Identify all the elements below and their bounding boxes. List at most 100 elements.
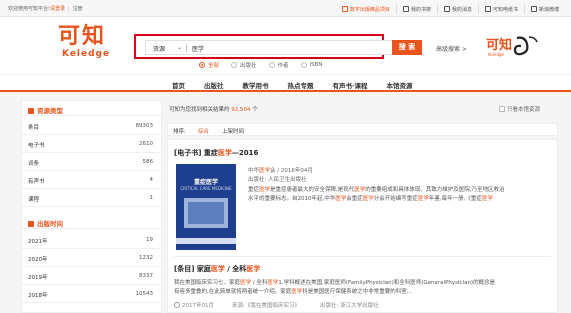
nav-audio-courses[interactable]: 有声书·课程 bbox=[333, 80, 368, 90]
search-box: 资源 ⌄ 医学 bbox=[145, 40, 393, 55]
text-segment: 是重症患者最大的安全保障,是现代 bbox=[270, 187, 355, 193]
keyword-highlight: 医学 bbox=[417, 196, 429, 202]
filter-item[interactable]: 2020年 1232 bbox=[22, 249, 161, 267]
result-publisher: 出版社: 人民卫生出版社 bbox=[248, 177, 307, 183]
radio-label: 出版社 bbox=[240, 63, 257, 69]
filter-item[interactable]: 词条 586 bbox=[22, 153, 161, 171]
search-divider bbox=[186, 44, 187, 52]
filter-label: 有声书 bbox=[28, 179, 45, 185]
nav-home[interactable]: 首页 bbox=[172, 80, 185, 90]
login-link[interactable]: 请登录 bbox=[50, 6, 65, 12]
result-title[interactable]: [电子书] 重症医学—2016 bbox=[174, 148, 258, 158]
keyword-highlight: 医学 bbox=[335, 196, 347, 202]
results-count: 92,504 bbox=[231, 107, 251, 113]
top-nav-label: 新浪微博 bbox=[538, 6, 559, 13]
title-part: 重症 bbox=[203, 149, 218, 157]
radio-dot bbox=[300, 62, 307, 68]
top-nav-ebook[interactable]: 可知电纸书 bbox=[477, 4, 524, 14]
filter-count: 10543 bbox=[135, 291, 154, 297]
top-nav-bookshelf[interactable]: 我的书架 bbox=[395, 4, 437, 14]
result-description-line: 重症医学是重症患者最大的安全保障,是现代医学的重要组成和具体体现。其致力维护及医… bbox=[248, 186, 505, 195]
welcome-text: 欢迎使用可知平台! bbox=[8, 6, 51, 12]
filter-item[interactable]: 2021年 19 bbox=[22, 231, 161, 249]
meta-part: 中华 bbox=[248, 168, 260, 174]
search-type-select[interactable]: 资源 bbox=[153, 44, 165, 53]
radio-isbn[interactable]: ISBN bbox=[300, 61, 323, 69]
keyword-highlight: 医学 bbox=[240, 280, 252, 286]
filter-label: 2019年 bbox=[28, 275, 48, 281]
top-nav-weibo[interactable]: 新浪微博 bbox=[523, 4, 565, 14]
top-welcome: 欢迎使用可知平台!请登录 | 注册 bbox=[8, 5, 83, 12]
filter-count: 19 bbox=[146, 237, 153, 243]
radio-author[interactable]: 作者 bbox=[268, 61, 289, 69]
result-publisher: 出版社: 浙江大学出版社 bbox=[320, 303, 379, 309]
filter-count: 1232 bbox=[139, 255, 153, 261]
filter-label: 2021年 bbox=[28, 239, 48, 245]
filter-item[interactable]: 有声书 4 bbox=[22, 171, 161, 189]
radio-publisher[interactable]: 出版社 bbox=[231, 61, 257, 69]
filter-label: 2018年 bbox=[28, 293, 48, 299]
text-segment: / 全科 bbox=[251, 280, 268, 286]
cover-title: 重症医学 bbox=[193, 179, 218, 186]
cover-graphic-inner bbox=[188, 202, 224, 224]
top-nav-messages[interactable]: 我的消息 bbox=[436, 4, 478, 14]
nav-library-resources[interactable]: 本馆资源 bbox=[386, 80, 412, 90]
results-prefix: 可知为您找到相关结果约 bbox=[169, 107, 230, 113]
meta-part: 会 / 2016年04月 bbox=[270, 168, 313, 174]
date-text: 2017年01月 bbox=[182, 303, 214, 309]
top-nav-project[interactable]: 数字出版精品项目 bbox=[336, 4, 396, 14]
filter-item[interactable]: 2019年 8337 bbox=[22, 267, 161, 285]
filter-label: 2020年 bbox=[28, 257, 48, 263]
title-part: / 全科 bbox=[224, 265, 247, 273]
text-segment: 1.学科概述在美国,家庭医师(FamilyPhysician)和全科医师(Gen… bbox=[278, 280, 496, 286]
sort-option-shelf-date[interactable]: 上架时间 bbox=[222, 127, 244, 135]
filter-item[interactable]: 2018年 10543 bbox=[22, 285, 161, 303]
top-bar: 欢迎使用可知平台!请登录 | 注册 数字出版精品项目 我的书架 我的消息 可知电纸书… bbox=[0, 0, 571, 17]
text-segment: 重症 bbox=[248, 187, 260, 193]
result-description-line: 水平的重要标志。自2010年起,中华医学会重症医学分会开始编写重症医学年鉴,每年… bbox=[248, 195, 493, 204]
keyword-highlight: 医学 bbox=[481, 196, 493, 202]
logo-cn: 可知 bbox=[58, 23, 107, 49]
result-title[interactable]: [条目] 家庭医学 / 全科医学 bbox=[174, 264, 260, 274]
advanced-search-link[interactable]: 高级搜索 > bbox=[436, 44, 467, 53]
chevron-down-icon[interactable]: ⌄ bbox=[177, 44, 182, 51]
site-logo[interactable]: 可知 Keledge bbox=[58, 24, 110, 59]
search-button[interactable]: 搜 索 bbox=[392, 40, 422, 55]
sort-option-comprehensive[interactable]: 综合 bbox=[198, 127, 209, 135]
results-summary: 可知为您找到相关结果约 92,504 个 bbox=[169, 105, 258, 113]
text-segment: 会重症 bbox=[346, 196, 363, 202]
nav-topics[interactable]: 热点专题 bbox=[288, 80, 314, 90]
filter-item[interactable]: 电子书 2610 bbox=[22, 135, 161, 153]
nav-publishers[interactable]: 出版社 bbox=[204, 80, 224, 90]
cover-graphic bbox=[184, 198, 228, 228]
result-description-line: 有容多重叠的,在此简单就将两者统一介绍。家庭医学科是美国医疗保健系统之中非常重要… bbox=[174, 288, 412, 297]
radio-dot bbox=[268, 62, 275, 68]
keyword-highlight: 医学 bbox=[267, 280, 279, 286]
radio-label: ISBN bbox=[309, 62, 323, 68]
filter-item[interactable]: 课程 1 bbox=[22, 189, 161, 207]
register-link[interactable]: 注册 bbox=[73, 6, 83, 12]
filter-count: 89303 bbox=[135, 123, 154, 129]
main-nav: 首页 出版社 教学用书 热点专题 有声书·课程 本馆资源 bbox=[0, 74, 571, 92]
text-segment: 有容多重叠的,在此简单就将两者统一介绍。家庭 bbox=[174, 289, 292, 295]
filter-sidebar: 资源类型 条目 89303 电子书 2610 词条 586 有声书 4 课程 1 出版时间… bbox=[21, 100, 162, 313]
clock-icon bbox=[174, 302, 180, 308]
checkbox[interactable] bbox=[499, 106, 505, 112]
ebook-icon bbox=[484, 6, 491, 12]
filter-count: 2610 bbox=[139, 141, 153, 147]
radio-all[interactable]: 全部 bbox=[199, 61, 219, 69]
filter-item[interactable]: 条目 89303 bbox=[22, 117, 161, 135]
top-nav-label: 我的消息 bbox=[451, 6, 472, 13]
radio-label: 全部 bbox=[208, 63, 220, 69]
search-input[interactable]: 医学 bbox=[192, 44, 204, 53]
text-segment: 的重要组成和具体体现。其致力维护及医院,乃至地区救治 bbox=[365, 187, 505, 193]
nav-textbooks[interactable]: 教学用书 bbox=[243, 80, 269, 90]
filter-heading-publish-date: 出版时间 bbox=[22, 214, 161, 229]
filter-label: 课程 bbox=[28, 197, 40, 203]
only-library-toggle[interactable]: 只看本馆资源 bbox=[499, 105, 540, 113]
book-cover[interactable]: 重症医学 CRITICAL CARE MEDICINE bbox=[176, 164, 236, 250]
radio-label: 作者 bbox=[277, 63, 289, 69]
results-list: [电子书] 重症医学—2016 重症医学 CRITICAL CARE MEDIC… bbox=[167, 139, 558, 313]
badge-icon bbox=[341, 6, 348, 12]
result-type: [条目] bbox=[174, 265, 195, 273]
